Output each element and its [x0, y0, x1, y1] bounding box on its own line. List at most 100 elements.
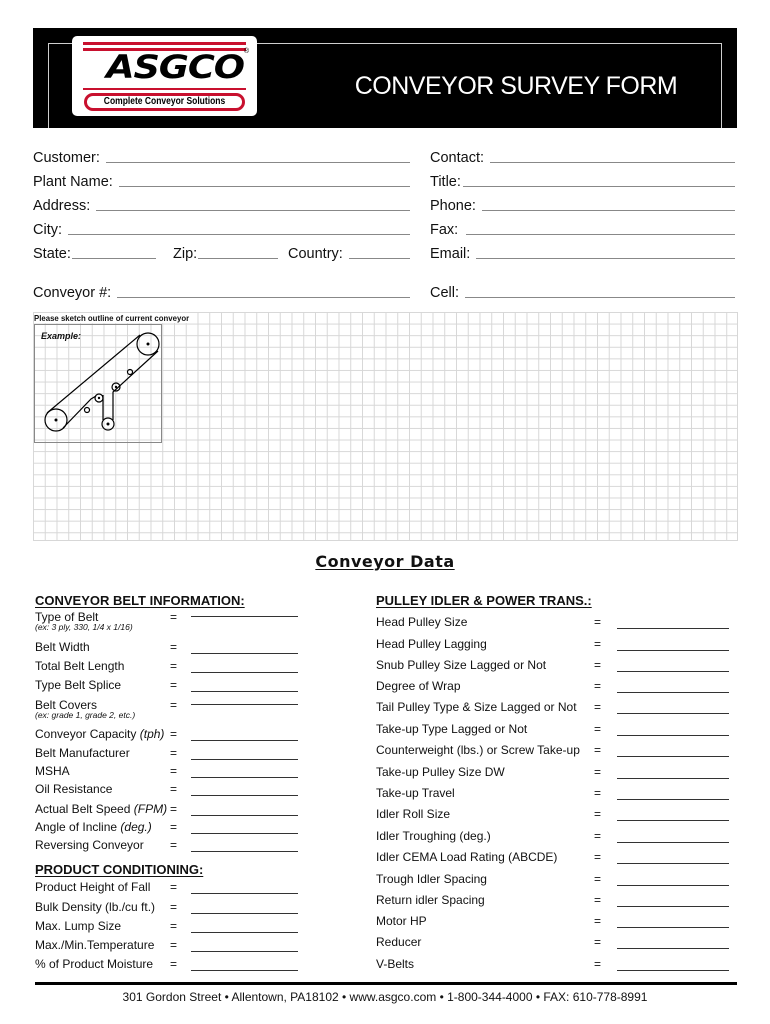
row-hint: (ex: 3 ply, 330, 1/4 x 1/16): [35, 622, 133, 632]
answer-blank-line[interactable]: [191, 970, 298, 971]
fax-input-line[interactable]: [466, 234, 735, 235]
answer-blank-line[interactable]: [617, 820, 729, 821]
customer-field[interactable]: Customer:: [33, 148, 410, 166]
conveyor-number-input-line[interactable]: [117, 297, 410, 298]
form-row: Take-up Pulley Size DW =: [376, 765, 731, 781]
answer-blank-line[interactable]: [191, 951, 298, 952]
form-row: Type Belt Splice =: [35, 678, 300, 694]
answer-blank-line[interactable]: [191, 913, 298, 914]
equals-sign: =: [170, 610, 178, 624]
customer-label: Customer:: [33, 150, 100, 166]
city-input-line[interactable]: [68, 234, 410, 235]
row-label-text: Head Pulley Size: [376, 615, 468, 629]
equals-sign: =: [170, 820, 178, 834]
plant-name-input-line[interactable]: [118, 186, 410, 187]
row-label: Take-up Type Lagged or Not: [376, 722, 527, 736]
contact-input-line[interactable]: [490, 162, 735, 163]
customer-input-line[interactable]: [105, 162, 410, 163]
cell-input-line[interactable]: [465, 297, 735, 298]
equals-sign: =: [594, 957, 602, 971]
answer-blank-line[interactable]: [617, 778, 729, 779]
form-row: Angle of Incline (deg.) =: [35, 820, 300, 836]
answer-blank-line[interactable]: [617, 927, 729, 928]
title-input-line[interactable]: [462, 186, 735, 187]
address-label: Address:: [33, 198, 91, 214]
row-label-text: Reducer: [376, 935, 422, 949]
row-label-text: Take-up Pulley Size DW: [376, 765, 505, 779]
answer-blank-line[interactable]: [617, 628, 729, 629]
row-label: Belt Width: [35, 640, 90, 654]
row-label-text: MSHA: [35, 764, 70, 778]
answer-blank-line[interactable]: [191, 932, 298, 933]
answer-blank-line[interactable]: [617, 885, 729, 886]
country-input-line[interactable]: [348, 258, 410, 259]
answer-blank-line[interactable]: [617, 713, 729, 714]
answer-blank-line[interactable]: [191, 759, 298, 760]
zip-field[interactable]: Zip:: [173, 244, 278, 262]
city-field[interactable]: City:: [33, 220, 410, 238]
address-input-line[interactable]: [96, 210, 410, 211]
answer-blank-line[interactable]: [617, 650, 729, 651]
country-field[interactable]: Country:: [288, 244, 410, 262]
equals-sign: =: [594, 637, 602, 651]
answer-blank-line[interactable]: [617, 799, 729, 800]
pulley-idler-heading: PULLEY IDLER & POWER TRANS.:: [376, 593, 592, 608]
row-label: Reversing Conveyor: [35, 838, 144, 852]
row-label-text: Max./Min.Temperature: [35, 938, 155, 952]
answer-blank-line[interactable]: [191, 815, 298, 816]
row-label-text: Conveyor Capacity: [35, 727, 137, 741]
return-idler-icon: [126, 368, 134, 376]
answer-blank-line[interactable]: [191, 777, 298, 778]
answer-blank-line[interactable]: [191, 616, 298, 617]
answer-blank-line[interactable]: [617, 735, 729, 736]
row-label: Snub Pulley Size Lagged or Not: [376, 658, 546, 672]
equals-sign: =: [170, 640, 178, 654]
answer-blank-line[interactable]: [617, 948, 729, 949]
equals-sign: =: [594, 786, 602, 800]
answer-blank-line[interactable]: [617, 842, 729, 843]
answer-blank-line[interactable]: [617, 970, 729, 971]
answer-blank-line[interactable]: [191, 833, 298, 834]
footer-contact-info: 301 Gordon Street • Allentown, PA18102 •…: [122, 990, 648, 1004]
answer-blank-line[interactable]: [191, 795, 298, 796]
phone-input-line[interactable]: [481, 210, 735, 211]
row-label: Oil Resistance: [35, 782, 112, 796]
form-row: Return idler Spacing =: [376, 893, 731, 909]
answer-blank-line[interactable]: [191, 672, 298, 673]
fax-field[interactable]: Fax:: [430, 220, 735, 238]
email-input-line[interactable]: [476, 258, 735, 259]
row-label-text: Head Pulley Lagging: [376, 637, 487, 651]
answer-blank-line[interactable]: [617, 906, 729, 907]
answer-blank-line[interactable]: [617, 692, 729, 693]
title-field[interactable]: Title:: [430, 172, 735, 190]
phone-field[interactable]: Phone:: [430, 196, 735, 214]
answer-blank-line[interactable]: [617, 863, 729, 864]
plant-name-field[interactable]: Plant Name:: [33, 172, 410, 190]
address-field[interactable]: Address:: [33, 196, 410, 214]
row-label: Max. Lump Size: [35, 919, 121, 933]
page-title: CONVEYOR SURVEY FORM: [354, 72, 678, 100]
answer-blank-line[interactable]: [191, 851, 298, 852]
row-label: Head Pulley Size: [376, 615, 467, 629]
cell-field[interactable]: Cell:: [430, 283, 735, 301]
answer-blank-line[interactable]: [191, 893, 298, 894]
state-field[interactable]: State:: [33, 244, 156, 262]
equals-sign: =: [594, 935, 602, 949]
conveyor-number-field[interactable]: Conveyor #:: [33, 283, 410, 301]
row-label-text: Motor HP: [376, 914, 427, 928]
email-field[interactable]: Email:: [430, 244, 735, 262]
answer-blank-line[interactable]: [191, 704, 298, 705]
answer-blank-line[interactable]: [191, 653, 298, 654]
state-input-line[interactable]: [71, 258, 156, 259]
equals-sign: =: [170, 919, 178, 933]
contact-field[interactable]: Contact:: [430, 148, 735, 166]
zip-input-line[interactable]: [198, 258, 278, 259]
answer-blank-line[interactable]: [617, 756, 729, 757]
answer-blank-line[interactable]: [191, 740, 298, 741]
answer-blank-line[interactable]: [617, 671, 729, 672]
fax-label: Fax:: [430, 222, 459, 238]
row-label: Head Pulley Lagging: [376, 637, 487, 651]
row-label: Idler CEMA Load Rating (ABCDE): [376, 850, 557, 864]
answer-blank-line[interactable]: [191, 691, 298, 692]
form-row: Total Belt Length =: [35, 659, 300, 675]
